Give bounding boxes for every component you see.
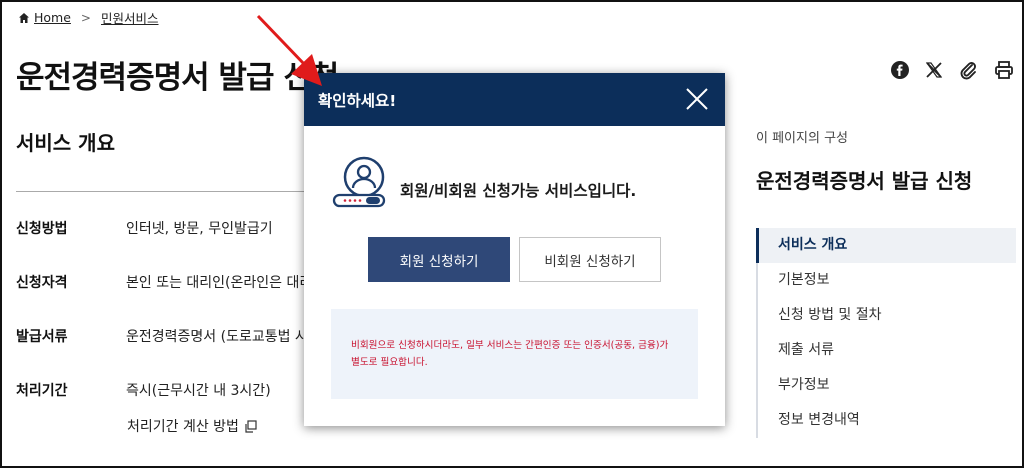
breadcrumb-home-link[interactable]: Home	[34, 10, 71, 25]
breadcrumb-separator: >	[80, 10, 91, 25]
facebook-icon[interactable]	[888, 58, 912, 82]
info-row: 처리기간 즉시(근무시간 내 3시간)	[16, 380, 271, 400]
calc-link-label: 처리기간 계산 방법	[127, 419, 239, 435]
notice-text-line2: 별도로 필요합니다.	[351, 357, 428, 368]
toc-item-additional-info[interactable]: 부가정보	[758, 368, 1016, 403]
toc-item-procedure[interactable]: 신청 방법 및 절차	[758, 298, 1016, 333]
user-login-icon	[332, 156, 386, 208]
info-label: 처리기간	[16, 383, 68, 399]
annotation-arrow-icon	[256, 14, 322, 86]
info-label: 발급서류	[16, 329, 68, 345]
copy-icon	[245, 419, 257, 433]
processing-time-calc-link[interactable]: 처리기간 계산 방법	[127, 416, 257, 436]
info-value: 인터넷, 방문, 무인발급기	[126, 221, 273, 237]
member-apply-button[interactable]: 회원 신청하기	[368, 237, 510, 282]
confirm-modal: 확인하세요! 회원/비회원 신청가능 서비스입니다. 회원 신청하기 비회원 신…	[304, 73, 725, 426]
toc-item-change-history[interactable]: 정보 변경내역	[758, 403, 1016, 438]
x-icon[interactable]	[922, 58, 946, 82]
toc-caption: 이 페이지의 구성	[756, 131, 848, 146]
guest-apply-button[interactable]: 비회원 신청하기	[519, 237, 661, 282]
close-icon[interactable]	[683, 85, 711, 113]
info-label: 신청자격	[16, 275, 68, 291]
toc-title: 운전경력증명서 발급 신청	[756, 169, 973, 193]
toc-item-basic-info[interactable]: 기본정보	[758, 263, 1016, 298]
toc-list: 서비스 개요 기본정보 신청 방법 및 절차 제출 서류 부가정보 정보 변경내…	[756, 228, 1016, 438]
print-icon[interactable]	[992, 58, 1016, 82]
notice-box: 비회원으로 신청하시더라도, 일부 서비스는 간편인증 또는 인증서(공동, 금…	[331, 309, 698, 399]
info-row: 발급서류 운전경력증명서 (도로교통법 시	[16, 326, 308, 346]
info-value: 즉시(근무시간 내 3시간)	[126, 383, 271, 399]
divider	[16, 191, 316, 192]
info-value: 본인 또는 대리인(온라인은 대리	[126, 275, 313, 291]
breadcrumb: Home > 민원서비스	[18, 8, 159, 27]
breadcrumb-current-link[interactable]: 민원서비스	[101, 8, 159, 27]
info-row: 신청자격 본인 또는 대리인(온라인은 대리	[16, 272, 312, 292]
info-value: 운전경력증명서 (도로교통법 시	[126, 329, 308, 345]
toc-item-documents[interactable]: 제출 서류	[758, 333, 1016, 368]
toc-item-overview[interactable]: 서비스 개요	[756, 228, 1016, 263]
service-overview-heading: 서비스 개요	[16, 131, 115, 155]
info-row: 신청방법 인터넷, 방문, 무인발급기	[16, 218, 273, 238]
home-icon	[19, 12, 29, 23]
info-label: 신청방법	[16, 221, 68, 237]
notice-text-line1: 비회원으로 신청하시더라도, 일부 서비스는 간편인증 또는 인증서(공동, 금…	[351, 340, 669, 351]
paperclip-icon[interactable]	[956, 58, 980, 82]
modal-message: 회원/비회원 신청가능 서비스입니다.	[400, 182, 637, 200]
modal-header: 확인하세요!	[304, 73, 725, 126]
